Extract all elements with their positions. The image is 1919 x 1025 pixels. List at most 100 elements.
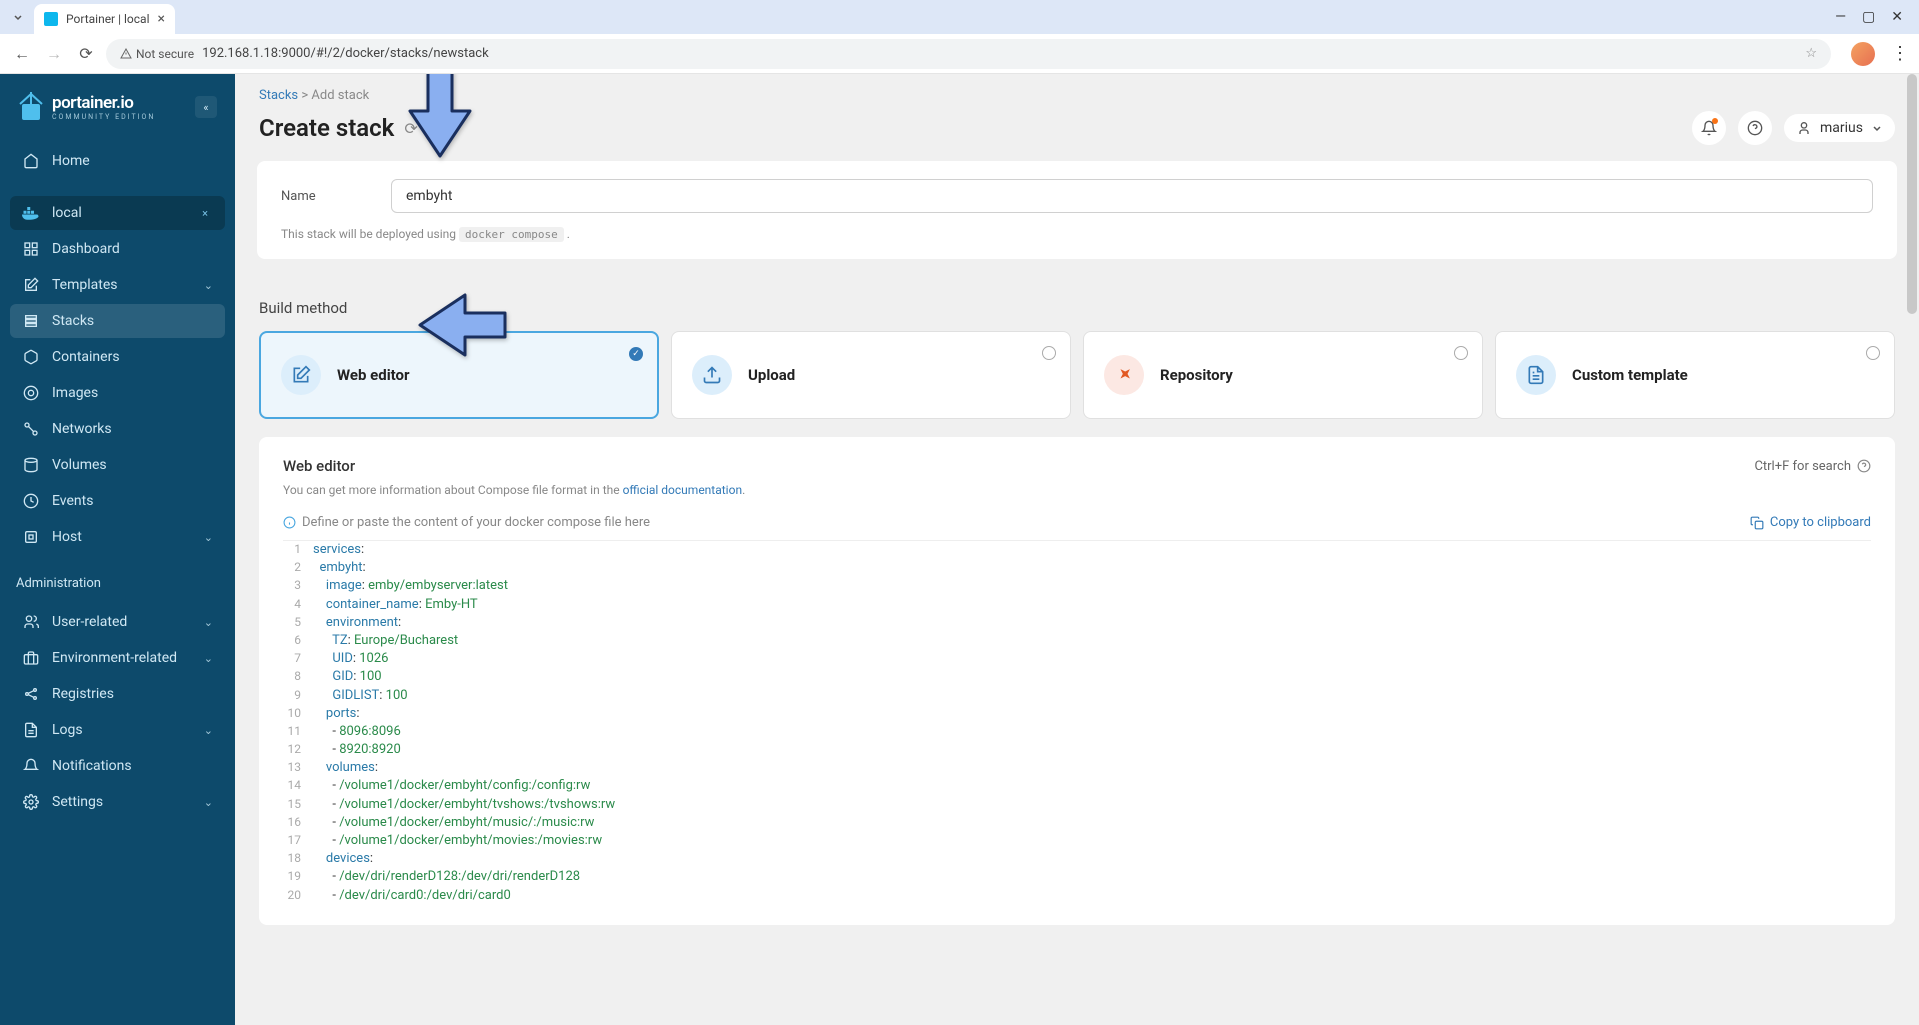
sidebar-item-events[interactable]: Events bbox=[10, 484, 225, 518]
browser-tab[interactable]: Portainer | local × bbox=[34, 4, 175, 34]
line-number: 9 bbox=[283, 687, 313, 705]
settings-icon bbox=[22, 793, 40, 811]
sidebar-item-label: Logs bbox=[52, 722, 192, 738]
code-line[interactable]: 1services: bbox=[283, 541, 1871, 559]
code-line[interactable]: 6 TZ: Europe/Bucharest bbox=[283, 632, 1871, 650]
line-number: 13 bbox=[283, 759, 313, 777]
logo-title: portainer.io bbox=[52, 93, 155, 113]
window-maximize-icon[interactable]: ▢ bbox=[1862, 9, 1875, 25]
sidebar-item-stacks[interactable]: Stacks bbox=[10, 304, 225, 338]
sidebar-item-dashboard[interactable]: Dashboard bbox=[10, 232, 225, 266]
code-editor[interactable]: 1services:2 embyht:3 image: emby/embyser… bbox=[283, 540, 1871, 905]
registries-icon bbox=[22, 685, 40, 703]
sidebar-env-local[interactable]: local × bbox=[10, 196, 225, 230]
method-card-repository[interactable]: Repository bbox=[1083, 331, 1483, 419]
tab-dropdown-icon[interactable] bbox=[8, 7, 28, 27]
sidebar-item-networks[interactable]: Networks bbox=[10, 412, 225, 446]
code-line[interactable]: 10 ports: bbox=[283, 705, 1871, 723]
line-number: 14 bbox=[283, 777, 313, 795]
code-line[interactable]: 16 - /volume1/docker/embyht/music/:/musi… bbox=[283, 814, 1871, 832]
sidebar-item-logs[interactable]: Logs ⌄ bbox=[10, 713, 225, 747]
browser-menu-icon[interactable]: ⋮ bbox=[1891, 43, 1909, 64]
window-controls: — ▢ ✕ bbox=[1835, 9, 1911, 25]
forward-button[interactable]: → bbox=[42, 42, 66, 66]
help-button[interactable] bbox=[1738, 111, 1772, 145]
method-card-web-editor[interactable]: Web editor✓ bbox=[259, 331, 659, 419]
window-close-icon[interactable]: ✕ bbox=[1891, 9, 1903, 25]
events-icon bbox=[22, 492, 40, 510]
breadcrumb-root[interactable]: Stacks bbox=[259, 88, 298, 103]
line-number: 18 bbox=[283, 850, 313, 868]
code-line[interactable]: 13 volumes: bbox=[283, 759, 1871, 777]
method-card-custom-template[interactable]: Custom template bbox=[1495, 331, 1895, 419]
browser-tab-bar: Portainer | local × — ▢ ✕ bbox=[0, 0, 1919, 34]
copy-to-clipboard-button[interactable]: Copy to clipboard bbox=[1750, 515, 1871, 530]
stack-name-input[interactable] bbox=[391, 179, 1873, 213]
method-radio bbox=[1042, 346, 1056, 360]
user-menu[interactable]: marius bbox=[1784, 114, 1895, 142]
window-minimize-icon[interactable]: — bbox=[1835, 9, 1846, 25]
breadcrumb-current: Add stack bbox=[311, 88, 369, 103]
profile-avatar-icon[interactable] bbox=[1851, 42, 1875, 66]
line-number: 1 bbox=[283, 541, 313, 559]
environment-related-icon bbox=[22, 649, 40, 667]
sidebar-collapse-button[interactable]: « bbox=[195, 96, 217, 118]
line-number: 4 bbox=[283, 596, 313, 614]
code-line[interactable]: 3 image: emby/embyserver:latest bbox=[283, 577, 1871, 595]
sidebar-item-host[interactable]: Host⌄ bbox=[10, 520, 225, 554]
sidebar-item-registries[interactable]: Registries bbox=[10, 677, 225, 711]
code-line[interactable]: 15 - /volume1/docker/embyht/tvshows:/tvs… bbox=[283, 796, 1871, 814]
code-line[interactable]: 20 - /dev/dri/card0:/dev/dri/card0 bbox=[283, 887, 1871, 905]
method-label: Repository bbox=[1160, 366, 1233, 384]
code-line[interactable]: 14 - /volume1/docker/embyht/config:/conf… bbox=[283, 777, 1871, 795]
sidebar-item-environment-related[interactable]: Environment-related⌄ bbox=[10, 641, 225, 675]
method-card-upload[interactable]: Upload bbox=[671, 331, 1071, 419]
code-line[interactable]: 9 GIDLIST: 100 bbox=[283, 687, 1871, 705]
chevron-down-icon: ⌄ bbox=[204, 724, 213, 737]
sidebar-item-user-related[interactable]: User-related ⌄ bbox=[10, 605, 225, 639]
code-line[interactable]: 4 container_name: Emby-HT bbox=[283, 596, 1871, 614]
deploy-hint: This stack will be deployed using docker… bbox=[281, 227, 1873, 241]
line-number: 12 bbox=[283, 741, 313, 759]
code-line[interactable]: 19 - /dev/dri/renderD128:/dev/dri/render… bbox=[283, 868, 1871, 886]
logo-subtitle: COMMUNITY EDITION bbox=[52, 113, 155, 121]
code-line[interactable]: 7 UID: 1026 bbox=[283, 650, 1871, 668]
logo[interactable]: portainer.io COMMUNITY EDITION bbox=[18, 90, 155, 124]
sidebar-item-templates[interactable]: Templates⌄ bbox=[10, 268, 225, 302]
code-line[interactable]: 18 devices: bbox=[283, 850, 1871, 868]
sidebar-item-volumes[interactable]: Volumes bbox=[10, 448, 225, 482]
line-number: 19 bbox=[283, 868, 313, 886]
sidebar-env-label: local bbox=[52, 205, 185, 221]
reload-button[interactable]: ⟳ bbox=[74, 42, 98, 66]
sidebar-item-label: Images bbox=[52, 385, 213, 401]
sidebar-home[interactable]: Home bbox=[10, 144, 225, 178]
code-line[interactable]: 2 embyht: bbox=[283, 559, 1871, 577]
back-button[interactable]: ← bbox=[10, 42, 34, 66]
sidebar-item-label: User-related bbox=[52, 614, 192, 630]
env-close-icon[interactable]: × bbox=[197, 205, 213, 221]
sidebar-item-images[interactable]: Images bbox=[10, 376, 225, 410]
code-line[interactable]: 11 - 8096:8096 bbox=[283, 723, 1871, 741]
sidebar-item-settings[interactable]: Settings⌄ bbox=[10, 785, 225, 819]
sidebar-item-notifications[interactable]: Notifications bbox=[10, 749, 225, 783]
code-line[interactable]: 17 - /volume1/docker/embyht/movies:/movi… bbox=[283, 832, 1871, 850]
url-bar[interactable]: Not secure 192.168.1.18:9000/#!/2/docker… bbox=[106, 39, 1831, 69]
scrollbar-thumb[interactable] bbox=[1907, 74, 1917, 314]
scrollbar[interactable] bbox=[1905, 74, 1919, 1025]
docker-icon bbox=[22, 204, 40, 222]
code-line[interactable]: 8 GID: 100 bbox=[283, 668, 1871, 686]
sidebar: portainer.io COMMUNITY EDITION « Home lo… bbox=[0, 74, 235, 1025]
sidebar-item-label: Stacks bbox=[52, 313, 213, 329]
sidebar-item-containers[interactable]: Containers bbox=[10, 340, 225, 374]
line-number: 16 bbox=[283, 814, 313, 832]
editor-doc-link[interactable]: official documentation bbox=[623, 483, 743, 497]
info-icon bbox=[283, 516, 296, 529]
bookmark-star-icon[interactable]: ☆ bbox=[1805, 46, 1817, 61]
sidebar-item-label: Volumes bbox=[52, 457, 213, 473]
chevron-down-icon: ⌄ bbox=[204, 616, 213, 629]
tab-close-icon[interactable]: × bbox=[158, 11, 165, 27]
notifications-button[interactable] bbox=[1692, 111, 1726, 145]
code-line[interactable]: 5 environment: bbox=[283, 614, 1871, 632]
code-line[interactable]: 12 - 8920:8920 bbox=[283, 741, 1871, 759]
refresh-icon[interactable]: ⟳ bbox=[404, 119, 417, 138]
